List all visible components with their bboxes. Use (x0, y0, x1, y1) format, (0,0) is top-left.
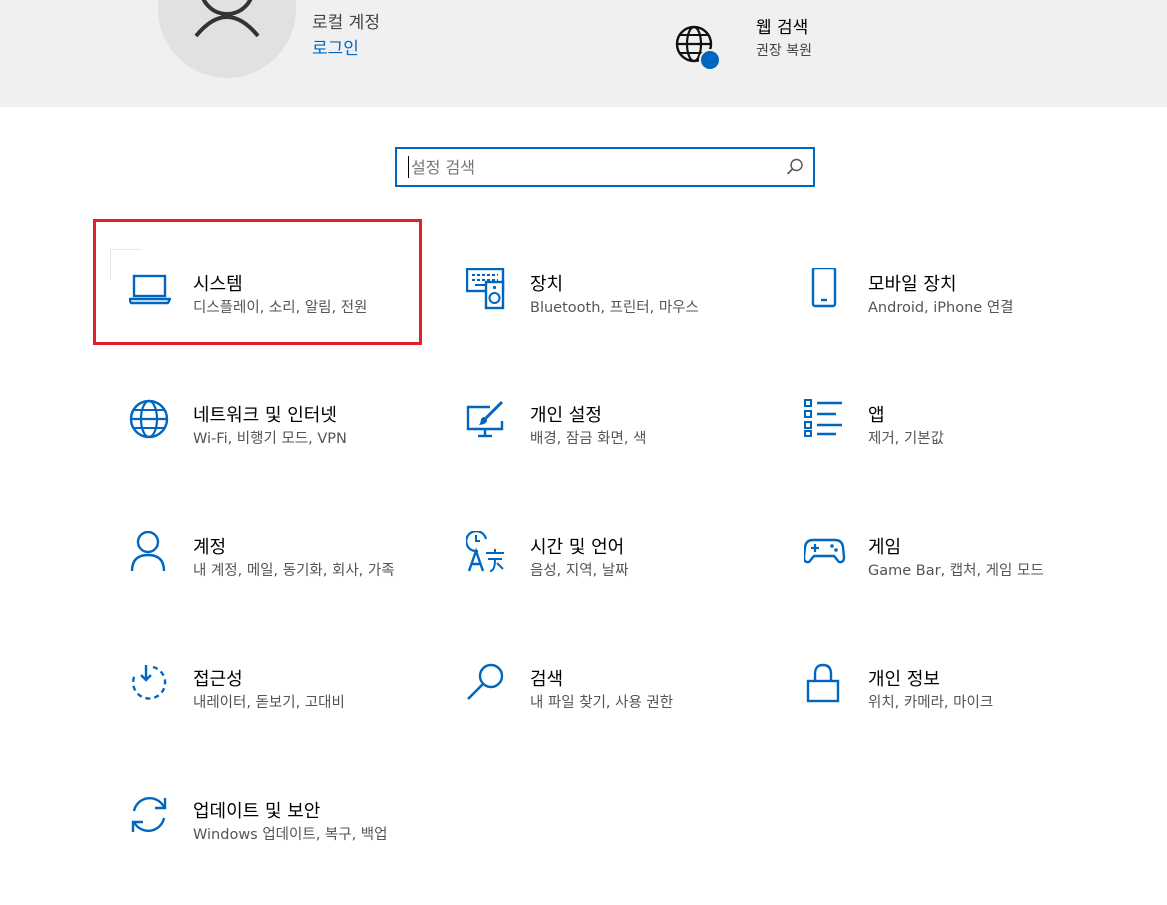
tile-title: 검색 (530, 669, 564, 690)
user-silhouette-icon (194, 0, 260, 38)
tile-update-security[interactable]: 업데이트 및 보안 Windows 업데이트, 복구, 백업 (129, 795, 449, 905)
web-search-icon[interactable] (672, 22, 722, 72)
tile-title: 계정 (193, 537, 227, 558)
tile-title: 앱 (868, 405, 885, 426)
tile-mobile-devices[interactable]: 모바일 장치 Android, iPhone 연결 (804, 268, 1124, 378)
web-search-title[interactable]: 웹 검색 (756, 13, 808, 38)
tile-title: 개인 정보 (868, 669, 940, 690)
settings-search-input[interactable] (411, 149, 771, 185)
apps-list-icon (804, 399, 842, 437)
login-link[interactable]: 로그인 (312, 34, 359, 59)
person-icon (130, 531, 166, 572)
tile-title: 업데이트 및 보안 (193, 801, 321, 822)
tile-apps[interactable]: 앱 제거, 기본값 (804, 399, 1124, 509)
search-icon[interactable] (785, 157, 805, 177)
tile-search[interactable]: 검색 내 파일 찾기, 사용 권한 (466, 663, 786, 773)
tile-title: 장치 (530, 274, 564, 295)
tile-title: 접근성 (193, 669, 243, 690)
paintbrush-icon (466, 400, 504, 438)
tile-subtitle: Android, iPhone 연결 (868, 300, 1014, 316)
tile-title: 시간 및 언어 (530, 537, 625, 558)
tile-accessibility[interactable]: 접근성 내레이터, 돋보기, 고대비 (129, 663, 449, 773)
header-band: 로컬 계정 로그인 웹 검색 권장 복원 (0, 0, 1167, 107)
laptop-icon (129, 274, 172, 305)
keyboard-speaker-icon (466, 268, 505, 310)
tile-network[interactable]: 네트워크 및 인터넷 Wi-Fi, 비행기 모드, VPN (129, 399, 449, 509)
web-search-subtitle: 권장 복원 (756, 43, 812, 59)
tile-subtitle: 제거, 기본값 (868, 431, 944, 447)
tile-subtitle: 위치, 카메라, 마이크 (868, 695, 994, 711)
tile-subtitle: Game Bar, 캡처, 게임 모드 (868, 563, 1044, 579)
sync-icon (131, 796, 167, 833)
magnifier-icon (467, 663, 504, 700)
tile-subtitle: Windows 업데이트, 복구, 백업 (193, 827, 388, 843)
tile-devices[interactable]: 장치 Bluetooth, 프린터, 마우스 (466, 268, 786, 378)
tile-subtitle: 배경, 잠금 화면, 색 (530, 431, 647, 447)
tile-subtitle: 음성, 지역, 날짜 (530, 563, 629, 579)
tile-title: 시스템 (193, 274, 243, 295)
globe-icon (129, 399, 169, 439)
tile-title: 모바일 장치 (868, 274, 957, 295)
gamepad-icon (804, 538, 846, 564)
tile-gaming[interactable]: 게임 Game Bar, 캡처, 게임 모드 (804, 531, 1124, 641)
tile-subtitle: Bluetooth, 프린터, 마우스 (530, 300, 699, 316)
tile-title: 게임 (868, 537, 902, 558)
lock-icon (806, 663, 840, 703)
tile-subtitle: 내 파일 찾기, 사용 권한 (530, 695, 674, 711)
text-caret (408, 156, 409, 178)
tile-personalization[interactable]: 개인 설정 배경, 잠금 화면, 색 (466, 399, 786, 509)
account-type-label: 로컬 계정 (312, 13, 380, 33)
tile-subtitle: Wi-Fi, 비행기 모드, VPN (193, 431, 347, 447)
tile-subtitle: 디스플레이, 소리, 알림, 전원 (193, 300, 368, 316)
tile-subtitle: 내레이터, 돋보기, 고대비 (193, 695, 345, 711)
tile-time-language[interactable]: 시간 및 언어 음성, 지역, 날짜 (466, 531, 786, 641)
tile-accounts[interactable]: 계정 내 계정, 메일, 동기화, 회사, 가족 (129, 531, 449, 641)
accessibility-timer-icon (131, 665, 167, 700)
avatar[interactable] (158, 0, 296, 78)
time-language-icon (466, 531, 504, 572)
tile-title: 네트워크 및 인터넷 (193, 405, 337, 426)
tile-privacy[interactable]: 개인 정보 위치, 카메라, 마이크 (804, 663, 1124, 773)
phone-icon (811, 268, 837, 308)
tile-title: 개인 설정 (530, 405, 602, 426)
tile-subtitle: 내 계정, 메일, 동기화, 회사, 가족 (193, 563, 395, 579)
tile-system[interactable]: 시스템 디스플레이, 소리, 알림, 전원 (129, 268, 449, 378)
settings-search-box[interactable] (395, 147, 815, 187)
